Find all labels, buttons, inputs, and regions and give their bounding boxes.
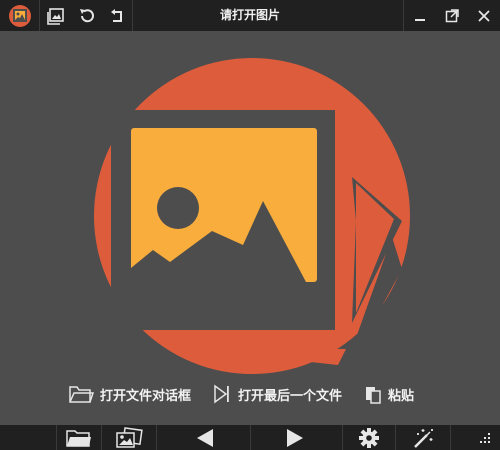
skip-to-end-icon <box>214 384 229 404</box>
app-logo-icon <box>8 4 31 27</box>
menu-grid-icon <box>480 432 490 443</box>
title-bar: 请打开图片 <box>0 0 500 31</box>
rotate-left-button[interactable] <box>72 0 102 31</box>
window-title: 请打开图片 <box>219 8 280 22</box>
open-last-file-action[interactable]: 打开最后一个文件 <box>212 383 342 405</box>
next-image-button[interactable] <box>275 425 315 450</box>
gallery-button[interactable] <box>40 0 72 31</box>
open-folder-button[interactable] <box>57 425 101 450</box>
gallery-icon <box>47 7 64 25</box>
paste-action[interactable]: 粘贴 <box>364 383 414 405</box>
gallery-icon <box>116 426 143 448</box>
auto-enhance-button[interactable] <box>396 425 450 450</box>
settings-icon <box>359 427 379 448</box>
gallery-view-button[interactable] <box>102 425 156 450</box>
next-icon <box>287 428 303 447</box>
app-logo-button[interactable] <box>0 0 39 31</box>
paste-icon <box>366 387 381 404</box>
folder-icon <box>66 429 91 447</box>
maximize-button[interactable] <box>436 0 468 31</box>
paste-label: 粘贴 <box>388 388 415 404</box>
open-file-dialog-label: 打开文件对话框 <box>100 388 192 404</box>
previous-image-button[interactable] <box>185 425 225 450</box>
bottom-toolbar <box>0 425 500 450</box>
rotate-left-icon <box>80 8 94 22</box>
placeholder-photo-logo-icon <box>94 58 410 374</box>
previous-icon <box>197 428 213 447</box>
open-file-dialog-action[interactable]: 打开文件对话框 <box>68 383 191 405</box>
minimize-button[interactable] <box>404 0 436 31</box>
image-viewer-canvas[interactable] <box>0 31 500 425</box>
close-icon <box>478 9 490 22</box>
menu-button[interactable] <box>451 425 500 450</box>
minimize-icon <box>415 18 425 21</box>
back-icon <box>111 8 122 22</box>
folder-open-icon <box>69 386 94 403</box>
settings-button[interactable] <box>343 425 395 450</box>
magic-wand-icon <box>414 428 433 448</box>
open-last-file-label: 打开最后一个文件 <box>238 388 343 404</box>
maximize-icon <box>445 8 459 22</box>
back-button[interactable] <box>102 0 132 31</box>
close-button[interactable] <box>468 0 500 31</box>
